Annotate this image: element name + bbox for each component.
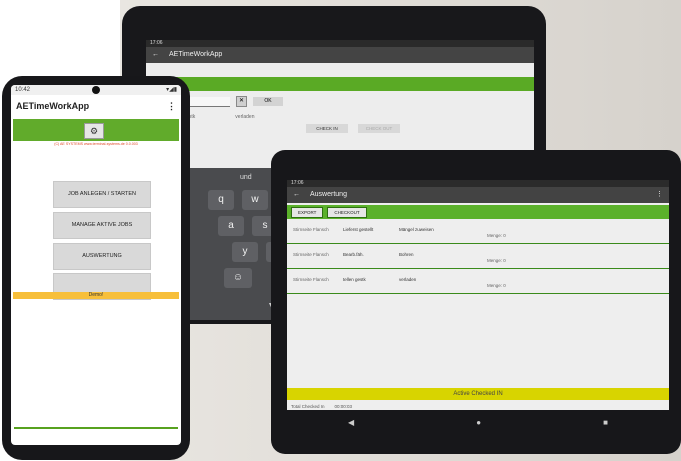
- row-step: Stirnseite Flansch: [293, 277, 329, 282]
- bottom-green-line: [14, 427, 178, 429]
- status-time: 10:42: [15, 87, 31, 93]
- row-part: tellen gestk: [343, 277, 366, 282]
- status-icons: ▾◢▮: [166, 87, 177, 93]
- row-part: Lieferst gestellt: [343, 227, 374, 232]
- emoji-key-icon[interactable]: ☺: [224, 268, 252, 288]
- list-item[interactable]: Stirnseite Flansch Bearb.fäh. Bohren Men…: [287, 244, 669, 269]
- app-bar: AETimeWorkApp ⋮: [11, 95, 181, 117]
- tablet-evaluation-screen: 17:06 ← Auswertung ⋮ EXPORT CHECKOUT Sti…: [287, 180, 669, 410]
- phone-screen: 10:42 ▾◢▮ AETimeWorkApp ⋮ ⚙ (C) AE SYSTE…: [11, 85, 181, 445]
- app-title: AETimeWorkApp: [169, 51, 223, 58]
- system-nav-bar: ◀ ● ■: [287, 412, 669, 432]
- tablet-evaluation-device: 17:06 ← Auswertung ⋮ EXPORT CHECKOUT Sti…: [271, 150, 681, 454]
- row-action: Mängel zuweisen: [399, 227, 434, 232]
- back-arrow-icon[interactable]: ←: [152, 47, 159, 63]
- row-step: Stirnseite Flansch: [293, 227, 329, 232]
- photo-scene: 17:06 ← AETimeWorkApp ✕ OK tellen gestk …: [0, 0, 681, 461]
- checkout-button[interactable]: CHECKOUT: [327, 206, 367, 218]
- field-right-label: verladen: [235, 114, 255, 120]
- app-bar: ← Auswertung ⋮: [287, 187, 669, 203]
- list-item[interactable]: Stirnseite Flansch Lieferst gestellt Män…: [287, 219, 669, 244]
- status-bar: 17:06: [287, 180, 669, 187]
- status-time: 17:06: [291, 180, 304, 186]
- settings-gear-icon[interactable]: ⚙: [84, 123, 104, 139]
- row-part: Bearb.fäh.: [343, 252, 364, 257]
- footer: Total Checked In 00:00:03: [291, 404, 352, 409]
- check-out-button[interactable]: CHECK OUT: [358, 124, 400, 133]
- nav-recents-icon[interactable]: ■: [603, 418, 608, 427]
- phone-device: 10:42 ▾◢▮ AETimeWorkApp ⋮ ⚙ (C) AE SYSTE…: [2, 76, 190, 460]
- evaluation-button[interactable]: AUSWERTUNG: [53, 243, 151, 270]
- key-a[interactable]: a: [218, 216, 244, 236]
- manage-jobs-button[interactable]: MANAGE AKTIVE JOBS: [53, 212, 151, 239]
- row-step: Stirnseite Flansch: [293, 252, 329, 257]
- copyright-line: (C) AE SYSTEMS www.terminal-systems.de 0…: [54, 142, 138, 146]
- ok-button[interactable]: OK: [253, 97, 283, 106]
- list-item[interactable]: Stirnseite Flansch tellen gestk verladen…: [287, 269, 669, 294]
- job-start-button[interactable]: JOB ANLEGEN / STARTEN: [53, 181, 151, 208]
- green-header-bar: [146, 77, 534, 91]
- export-button[interactable]: EXPORT: [291, 206, 324, 218]
- demo-banner: Demo!: [13, 292, 179, 299]
- key-w[interactable]: w: [242, 190, 268, 210]
- row-quantity: Menge: 0: [487, 283, 506, 288]
- camera-hole: [92, 86, 100, 94]
- check-buttons: CHECK IN CHECK OUT: [306, 124, 400, 133]
- key-q[interactable]: q: [208, 190, 234, 210]
- back-arrow-icon[interactable]: ←: [293, 187, 300, 203]
- footer-label: Total Checked In: [291, 404, 325, 409]
- row-quantity: Menge: 0: [487, 258, 506, 263]
- footer-value: 00:00:03: [334, 404, 353, 409]
- app-bar: ← AETimeWorkApp: [146, 47, 534, 63]
- row-action: verladen: [399, 277, 417, 282]
- row-action: Bohren: [399, 252, 414, 257]
- settings-banner: ⚙: [13, 119, 179, 141]
- status-time: 17:06: [150, 40, 163, 46]
- app-title: AETimeWorkApp: [16, 101, 90, 111]
- check-in-button[interactable]: CHECK IN: [306, 124, 348, 133]
- nav-home-icon[interactable]: ●: [476, 418, 481, 427]
- status-bar: 17:06: [146, 40, 534, 47]
- overflow-menu-icon[interactable]: ⋮: [656, 187, 669, 203]
- active-checked-in-banner: Active Checked IN: [287, 388, 669, 400]
- key-y[interactable]: y: [232, 242, 258, 262]
- nav-back-icon[interactable]: ◀: [348, 418, 354, 427]
- clear-button[interactable]: ✕: [236, 96, 247, 107]
- action-bar: EXPORT CHECKOUT: [287, 205, 669, 219]
- overflow-menu-icon[interactable]: ⋮: [167, 101, 176, 112]
- row-quantity: Menge: 0: [487, 233, 506, 238]
- screen-title: Auswertung: [310, 191, 347, 198]
